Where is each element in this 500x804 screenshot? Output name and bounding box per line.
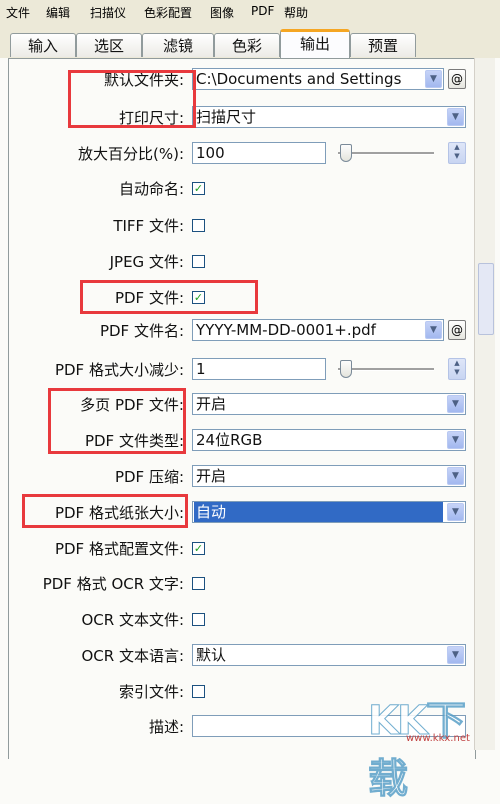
jpeg-file-checkbox[interactable] — [192, 255, 205, 268]
pdf-compress-select[interactable]: 开启 ▼ — [192, 465, 466, 487]
tab-presets[interactable]: 预置 — [350, 33, 416, 57]
ocr-text-file-checkbox[interactable] — [192, 613, 205, 626]
pdf-compress-value: 开启 — [196, 467, 227, 485]
ocr-language-label: OCR 文本语言: — [81, 647, 184, 665]
browse-folder-button[interactable]: @ — [448, 69, 466, 89]
pdf-paper-size-select[interactable]: 自动 ▼ — [192, 501, 466, 523]
spinner-down-icon[interactable]: ▼ — [454, 368, 459, 376]
default-folder-label: 默认文件夹: — [103, 71, 184, 89]
menu-help[interactable]: 帮助 — [284, 4, 308, 21]
default-folder-select[interactable]: C:\Documents and Settings ▼ — [192, 68, 444, 90]
pdf-config-file-label: PDF 格式配置文件: — [54, 540, 184, 558]
chevron-down-icon[interactable]: ▼ — [447, 431, 464, 449]
watermark-url: www.kkx.net — [406, 733, 470, 744]
zoom-percent-label: 放大百分比(%): — [77, 145, 184, 163]
watermark-logo: KK下载 www.kkx.net — [362, 686, 497, 803]
index-file-checkbox[interactable] — [192, 685, 205, 698]
menu-file[interactable]: 文件 — [6, 4, 30, 21]
multipage-pdf-label: 多页 PDF 文件: — [80, 396, 184, 414]
tab-filters[interactable]: 滤镜 — [142, 33, 214, 57]
spinner-down-icon[interactable]: ▼ — [454, 152, 459, 160]
pdf-size-reduce-input[interactable]: 1 — [192, 358, 326, 380]
spinner-up-icon[interactable]: ▲ — [454, 143, 459, 151]
pdf-file-label: PDF 文件: — [114, 289, 184, 307]
tab-output[interactable]: 输出 — [280, 29, 350, 58]
default-folder-value: C:\Documents and Settings — [196, 70, 402, 88]
chevron-down-icon[interactable]: ▼ — [447, 503, 464, 521]
pdf-size-reduce-value: 1 — [196, 360, 206, 378]
pdf-paper-size-value: 自动 — [194, 502, 443, 522]
pdf-filename-select[interactable]: YYYY-MM-DD-0001+.pdf ▼ — [192, 319, 444, 341]
menu-color-profile[interactable]: 色彩配置 — [144, 4, 192, 21]
chevron-down-icon[interactable]: ▼ — [447, 467, 464, 485]
watermark-text: KK下载 — [368, 698, 467, 803]
chevron-down-icon[interactable]: ▼ — [425, 321, 442, 339]
pdf-ocr-text-label: PDF 格式 OCR 文字: — [42, 575, 184, 593]
pdf-compress-label: PDF 压缩: — [114, 468, 184, 486]
pdf-size-spinner[interactable]: ▲ ▼ — [448, 358, 466, 380]
pdf-size-slider-track[interactable] — [338, 368, 434, 371]
pdf-size-reduce-label: PDF 格式大小减少: — [54, 361, 184, 379]
ocr-text-file-label: OCR 文本文件: — [81, 611, 184, 629]
pdf-filename-value: YYYY-MM-DD-0001+.pdf — [196, 321, 376, 339]
multipage-pdf-select[interactable]: 开启 ▼ — [192, 393, 466, 415]
menu-pdf[interactable]: PDF — [251, 4, 274, 18]
chevron-down-icon[interactable]: ▼ — [425, 70, 442, 88]
menu-image[interactable]: 图像 — [210, 4, 234, 21]
pdf-file-type-value: 24位RGB — [196, 431, 263, 449]
index-file-label: 索引文件: — [118, 683, 184, 701]
pdf-ocr-text-checkbox[interactable] — [192, 577, 205, 590]
print-size-label: 打印尺寸: — [118, 109, 184, 127]
ocr-language-value: 默认 — [196, 646, 227, 664]
print-size-value: 扫描尺寸 — [196, 108, 257, 126]
zoom-slider-thumb[interactable] — [340, 144, 352, 162]
auto-name-checkbox[interactable]: ✓ — [192, 182, 205, 195]
tab-bar: 输入 选区 滤镜 色彩 输出 预置 — [0, 24, 500, 58]
zoom-slider-track[interactable] — [338, 152, 434, 155]
chevron-down-icon[interactable]: ▼ — [447, 108, 464, 126]
description-label: 描述: — [148, 718, 184, 736]
zoom-percent-value: 100 — [196, 144, 225, 162]
tab-selection[interactable]: 选区 — [76, 33, 142, 57]
zoom-spinner[interactable]: ▲ ▼ — [448, 142, 466, 164]
multipage-pdf-value: 开启 — [196, 395, 227, 413]
menu-bar: 文件 编辑 扫描仪 色彩配置 图像 PDF 帮助 — [0, 0, 500, 25]
ocr-language-select[interactable]: 默认 ▼ — [192, 644, 466, 666]
pdf-file-checkbox[interactable]: ✓ — [192, 291, 205, 304]
pdf-file-type-label: PDF 文件类型: — [84, 432, 184, 450]
vertical-scrollbar[interactable] — [474, 58, 495, 750]
menu-edit[interactable]: 编辑 — [46, 4, 70, 21]
tiff-file-label: TIFF 文件: — [113, 217, 184, 235]
pdf-filename-label: PDF 文件名: — [99, 322, 184, 340]
print-size-select[interactable]: 扫描尺寸 ▼ — [192, 106, 466, 128]
scrollbar-thumb[interactable] — [478, 263, 494, 335]
jpeg-file-label: JPEG 文件: — [109, 253, 184, 271]
pdf-size-slider-thumb[interactable] — [340, 360, 352, 378]
zoom-percent-input[interactable]: 100 — [192, 142, 326, 164]
spinner-up-icon[interactable]: ▲ — [454, 359, 459, 367]
menu-scanner[interactable]: 扫描仪 — [90, 4, 126, 21]
chevron-down-icon[interactable]: ▼ — [447, 646, 464, 664]
tab-color[interactable]: 色彩 — [214, 33, 280, 57]
pdf-paper-size-label: PDF 格式纸张大小: — [54, 504, 184, 522]
tiff-file-checkbox[interactable] — [192, 219, 205, 232]
chevron-down-icon[interactable]: ▼ — [447, 395, 464, 413]
auto-name-label: 自动命名: — [118, 180, 184, 198]
tab-input[interactable]: 输入 — [10, 33, 76, 57]
pdf-config-file-checkbox[interactable]: ✓ — [192, 542, 205, 555]
pdf-filename-insert-button[interactable]: @ — [448, 320, 466, 340]
pdf-file-type-select[interactable]: 24位RGB ▼ — [192, 429, 466, 451]
